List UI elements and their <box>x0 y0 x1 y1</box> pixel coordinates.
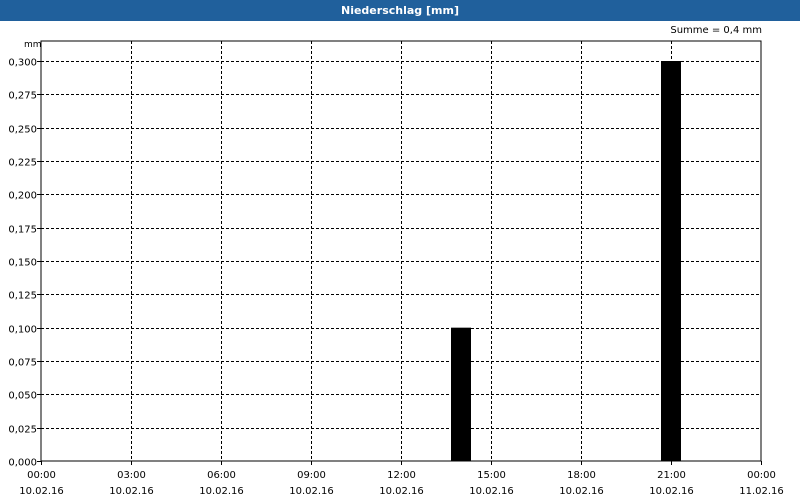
x-tick-date: 10.02.16 <box>379 486 424 497</box>
x-tick-time: 00:00 <box>27 470 56 481</box>
y-tick-label: 0,100 <box>8 325 37 336</box>
x-axis-ticks: 00:00 10.02.16 03:00 10.02.16 06:00 10.02.16 0… <box>19 461 784 497</box>
y-tick-label: 0,000 <box>8 458 37 469</box>
x-tick-date: 11.02.16 <box>739 486 784 497</box>
x-tick-time: 09:00 <box>297 470 326 481</box>
x-tick-time: 18:00 <box>567 470 596 481</box>
y-axis-unit: mm <box>24 40 42 50</box>
x-tick-time: 12:00 <box>387 470 416 481</box>
x-tick-date: 10.02.16 <box>199 486 244 497</box>
y-tick-label: 0,300 <box>8 58 37 69</box>
x-tick-date: 10.02.16 <box>559 486 604 497</box>
x-tick-time: 00:00 <box>747 470 776 481</box>
y-tick-label: 0,175 <box>8 225 37 236</box>
x-tick-time: 15:00 <box>477 470 506 481</box>
x-tick-time: 21:00 <box>657 470 686 481</box>
x-tick-time: 06:00 <box>207 470 236 481</box>
x-tick-date: 10.02.16 <box>469 486 514 497</box>
x-tick-date: 10.02.16 <box>289 486 334 497</box>
x-tick-date: 10.02.16 <box>109 486 154 497</box>
precipitation-chart: 0,000 0,025 0,050 0,075 0,100 0,125 0,150 0,175… <box>8 40 784 497</box>
y-tick-label: 0,200 <box>8 191 37 202</box>
y-tick-label: 0,225 <box>8 158 37 169</box>
y-tick-label: 0,150 <box>8 258 37 269</box>
bar <box>661 61 681 461</box>
sum-annotation: Summe = 0,4 mm <box>670 25 762 36</box>
y-tick-label: 0,025 <box>8 425 37 436</box>
y-tick-label: 0,075 <box>8 358 37 369</box>
x-tick-date: 10.02.16 <box>649 486 694 497</box>
y-tick-label: 0,250 <box>8 125 37 136</box>
bar <box>451 327 471 461</box>
y-tick-label: 0,275 <box>8 91 37 102</box>
y-tick-label: 0,050 <box>8 391 37 402</box>
y-axis-ticks: 0,000 0,025 0,050 0,075 0,100 0,125 0,150 0,175… <box>8 58 41 469</box>
x-tick-time: 03:00 <box>117 470 146 481</box>
x-tick-date: 10.02.16 <box>19 486 64 497</box>
y-tick-label: 0,125 <box>8 291 37 302</box>
